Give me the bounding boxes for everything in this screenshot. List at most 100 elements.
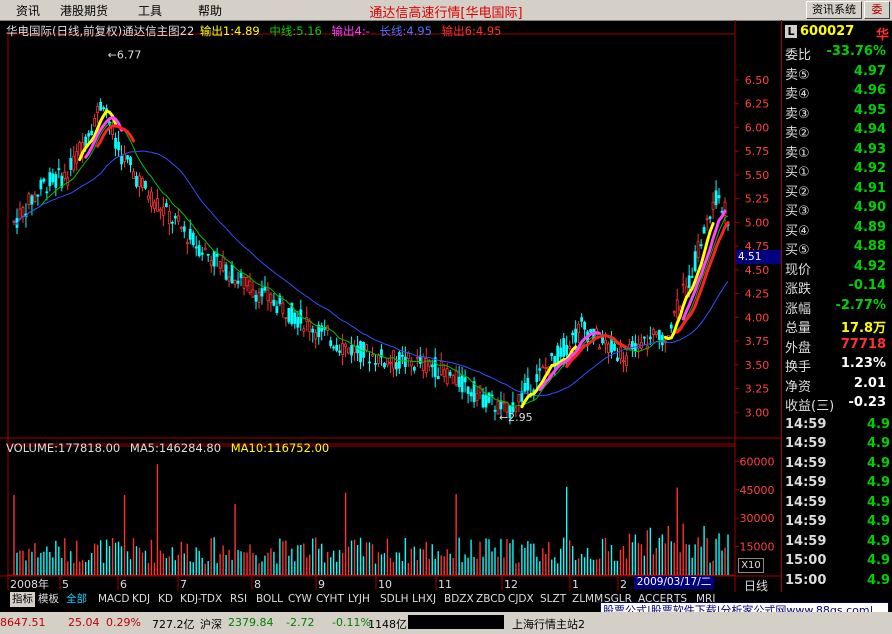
- candle-body: [141, 177, 144, 188]
- date-tick-label: 11: [438, 578, 452, 591]
- mini-chart-icon: [408, 615, 504, 629]
- tab-zbcd[interactable]: ZBCD: [476, 592, 506, 607]
- chart-header: 华电国际(日线,前复权)通达信主图22 输出1:4.89 中线:5.16 输出4…: [6, 23, 501, 39]
- tick-row: 15:00 4.9: [785, 573, 890, 592]
- out6-value: 输出6:4.95: [441, 24, 502, 38]
- candle-body: [335, 344, 339, 351]
- candle-body: [39, 179, 43, 190]
- date-tick-label: 12: [504, 578, 518, 591]
- price-tick-label: 4.00: [745, 311, 770, 324]
- candle-body: [696, 241, 700, 258]
- candle-body: [69, 157, 73, 170]
- stock-name: 华: [876, 28, 890, 43]
- tab-kd[interactable]: KD: [158, 592, 173, 607]
- candle-body: [460, 374, 464, 393]
- tab-boll[interactable]: BOLL: [256, 592, 283, 607]
- candle-body: [275, 306, 279, 313]
- candle-body: [293, 312, 297, 324]
- price-frame: [7, 33, 736, 445]
- candle-body: [215, 253, 219, 257]
- candle-body: [708, 216, 712, 219]
- tab-cyht[interactable]: CYHT: [316, 592, 344, 607]
- tab-rsi[interactable]: RSI: [230, 592, 247, 607]
- stat-row: 外盘 77718: [785, 337, 890, 356]
- candle-body: [344, 343, 348, 348]
- sell-row-value: 4.93: [853, 141, 886, 157]
- candle-body: [341, 343, 345, 356]
- candle-body: [42, 178, 46, 182]
- tab-cyw[interactable]: CYW: [288, 592, 312, 607]
- app-title-text: 通达信高速行情: [369, 6, 461, 21]
- candle-body: [717, 195, 721, 199]
- candle-body: [714, 190, 718, 205]
- candle-body: [266, 289, 270, 302]
- candle-body: [699, 244, 703, 247]
- candle-body: [433, 357, 437, 377]
- candle-body: [598, 347, 601, 350]
- buy-row-value: 4.88: [853, 239, 886, 254]
- candle-body: [580, 317, 584, 322]
- tab-kdj[interactable]: KDJ: [132, 592, 150, 607]
- zoom-x10-label[interactable]: X10: [738, 558, 764, 573]
- tick-row: 14:59 4.9: [785, 534, 890, 553]
- candle-body: [672, 311, 676, 314]
- tick-time: 15:00: [785, 572, 827, 588]
- tab-指标[interactable]: 指标: [10, 592, 35, 607]
- candle-body: [120, 155, 123, 165]
- price-tick-label: 5.00: [745, 216, 770, 229]
- info-system-button[interactable]: 资讯系统: [806, 1, 862, 19]
- candle-body: [565, 345, 569, 356]
- sz-label: 沪深: [200, 618, 222, 631]
- tab-lhxj[interactable]: LHXJ: [412, 592, 436, 607]
- sz-amount: 1148亿: [368, 618, 407, 631]
- candle-body: [625, 355, 628, 367]
- price-tick-label: 5.25: [745, 193, 770, 206]
- stat-row-value: 2.01: [853, 375, 886, 391]
- sz-change: -2.72: [286, 616, 315, 629]
- candle-body: [702, 227, 706, 234]
- chart-frame: [0, 20, 781, 592]
- candle-body: [442, 369, 446, 378]
- candle-body: [457, 376, 461, 388]
- candle-body: [45, 191, 49, 194]
- tab-bdzx[interactable]: BDZX: [444, 592, 474, 607]
- tab-macd[interactable]: MACD: [98, 592, 129, 607]
- order-button[interactable]: 委: [864, 1, 890, 19]
- candle-body: [209, 260, 213, 266]
- tick-time: 14:59: [785, 514, 827, 529]
- index1-change: 25.04: [68, 616, 100, 629]
- candle-body: [182, 226, 186, 232]
- candle-body: [236, 280, 240, 284]
- tab-lyjh[interactable]: LYJH: [348, 592, 370, 607]
- buy-row-value: 4.90: [853, 200, 886, 215]
- chart-area[interactable]: 3.003.253.503.754.004.254.504.755.005.25…: [0, 20, 781, 592]
- candle-body: [365, 344, 368, 351]
- out1-value: 输出1:4.89: [199, 24, 260, 38]
- stat-row-value: -0.23: [848, 395, 886, 410]
- candle-body: [176, 215, 180, 222]
- candle-body: [87, 133, 91, 137]
- candle-body: [314, 332, 318, 340]
- price-tick-label: 4.25: [745, 288, 770, 301]
- tab-cjdx[interactable]: CJDX: [508, 592, 534, 607]
- tab-slzt[interactable]: SLZT: [540, 592, 566, 607]
- stat-row-label: 涨跌: [785, 282, 812, 297]
- candle-body: [221, 256, 225, 272]
- candle-body: [535, 374, 539, 383]
- sell-row-value: 4.95: [853, 102, 886, 118]
- tab-kdj-tdx[interactable]: KDJ-TDX: [180, 592, 222, 607]
- candle-body: [126, 155, 129, 160]
- sell-row-value: 4.96: [853, 83, 886, 98]
- server-site[interactable]: 上海行情主站2: [512, 616, 585, 632]
- tab-全部[interactable]: 全部: [66, 592, 87, 607]
- stat-row: 涨跌 -0.14: [785, 278, 890, 297]
- stat-row-value: 77718: [840, 336, 886, 352]
- date-cursor-badge: 2009/03/17/二: [634, 576, 714, 589]
- candle-body: [526, 377, 530, 391]
- candle-body: [218, 261, 222, 269]
- tab-模板[interactable]: 模板: [38, 592, 59, 607]
- tab-sdlh[interactable]: SDLH: [380, 592, 409, 607]
- candle-body: [362, 341, 365, 358]
- buy-row-label: 买①: [785, 165, 810, 180]
- tab-zlmm[interactable]: ZLMM: [572, 592, 603, 607]
